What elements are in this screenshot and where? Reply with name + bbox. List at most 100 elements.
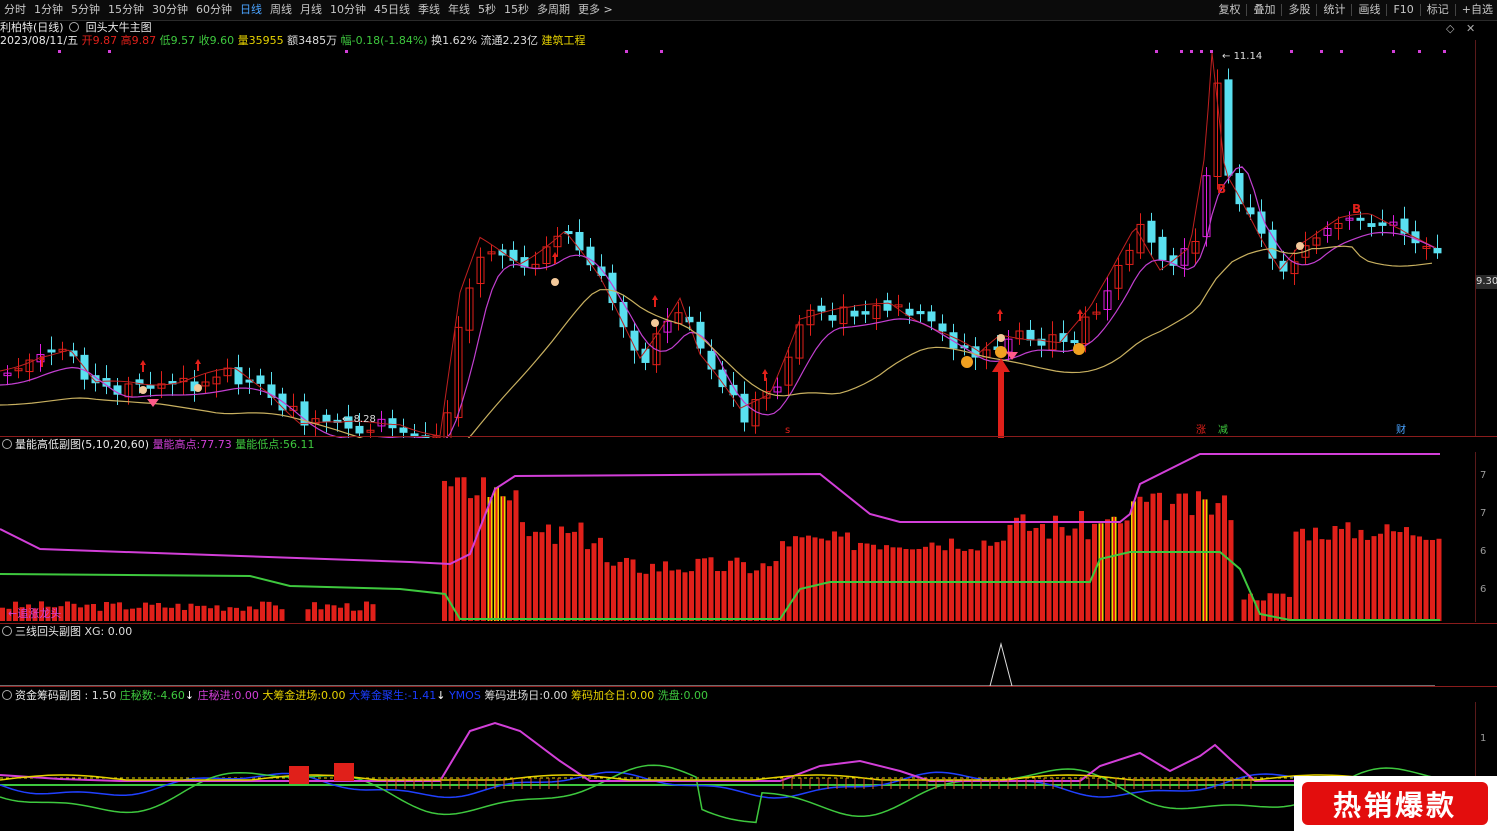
candle-body: [1235, 173, 1244, 205]
volume-bar: [513, 490, 519, 621]
volume-bar: [227, 607, 233, 621]
volume-bar: [136, 607, 142, 621]
volume-energy-chart[interactable]: [0, 444, 1476, 624]
period-tab[interactable]: 更多 >: [574, 0, 617, 20]
volume-bar: [91, 604, 96, 621]
volume-bar: [169, 607, 174, 621]
volume-bar: [279, 609, 285, 621]
candle-body: [861, 311, 870, 315]
big-arrow-shaft: [998, 370, 1004, 438]
volume-bar: [71, 603, 77, 621]
three-line-chart[interactable]: [0, 624, 1476, 688]
volume-bar: [344, 603, 350, 621]
period-tab[interactable]: 15分钟: [104, 0, 148, 20]
diamond-icon[interactable]: ◇: [1446, 22, 1454, 36]
volume-bar: [637, 572, 642, 621]
gear-icon[interactable]: [69, 22, 80, 32]
period-tab[interactable]: 季线: [414, 0, 444, 20]
volume-bar: [1319, 539, 1325, 621]
volume-bar: [1306, 540, 1312, 621]
stock-title[interactable]: 利柏特(日线): [0, 21, 64, 34]
toolbar-button[interactable]: 叠加: [1249, 0, 1279, 20]
pane-divider-1: [0, 436, 1497, 437]
toolbar-separator: [1246, 4, 1248, 16]
toolbar-button[interactable]: 复权: [1214, 0, 1244, 20]
signal-dot: [1320, 50, 1323, 53]
toolbar-button[interactable]: 标记: [1423, 0, 1453, 20]
toolbar-button[interactable]: 统计: [1319, 0, 1349, 20]
period-tab[interactable]: 45日线: [370, 0, 414, 20]
candle-body: [597, 266, 606, 276]
volume-bar: [1072, 528, 1078, 621]
candle-body: [1026, 329, 1035, 341]
toolbar-button[interactable]: 画线: [1354, 0, 1384, 20]
volume-bar: [312, 602, 317, 621]
volume-bar: [1261, 600, 1266, 621]
promo-badge: 热销爆款: [1294, 776, 1497, 831]
volume-bar: [572, 531, 577, 621]
candle-body: [850, 310, 859, 317]
sub1-ytick: 7: [1480, 470, 1487, 481]
volume-bar: [611, 565, 616, 621]
candle-body: [1070, 340, 1079, 344]
volume-bar: [1391, 531, 1396, 621]
volume-bar: [663, 561, 668, 621]
period-tab[interactable]: 5分钟: [67, 0, 104, 20]
small-up-arrow-head: [762, 369, 768, 374]
period-tab[interactable]: 多周期: [533, 0, 574, 20]
period-tab[interactable]: 10分钟: [326, 0, 370, 20]
candle-body: [905, 308, 914, 316]
volume-bar-stripe: [1113, 516, 1115, 621]
candlestick-chart[interactable]: [0, 40, 1476, 438]
volume-bar: [552, 543, 558, 621]
volume-bar: [201, 605, 207, 621]
volume-bar: [715, 571, 720, 621]
volume-bar: [975, 550, 980, 621]
period-tab[interactable]: 周线: [266, 0, 296, 20]
candle-body: [399, 427, 408, 433]
high-price-mark: ← 11.14: [1222, 51, 1263, 62]
volume-bar: [234, 607, 239, 621]
candle-body: [355, 425, 364, 434]
capital-chip-chart[interactable]: [0, 701, 1476, 831]
period-tab[interactable]: 60分钟: [192, 0, 236, 20]
volume-bar: [780, 541, 785, 621]
close-icon[interactable]: ✕: [1466, 22, 1475, 36]
volume-bar: [351, 610, 356, 621]
candle-body: [1224, 79, 1233, 176]
toolbar-separator: [1281, 4, 1283, 16]
volume-bar: [240, 610, 246, 621]
volume-bar: [988, 545, 993, 621]
gear-icon[interactable]: [2, 690, 12, 700]
sub1-ytick: 6: [1480, 584, 1487, 595]
volume-bar: [890, 547, 896, 621]
candle-body: [1378, 222, 1387, 226]
period-tab[interactable]: 1分钟: [30, 0, 67, 20]
signal-dot: [1155, 50, 1158, 53]
toolbar-button[interactable]: F10: [1389, 0, 1417, 20]
volume-bar: [1144, 501, 1149, 621]
volume-bar: [1027, 530, 1032, 621]
period-tab[interactable]: 日线: [236, 0, 266, 20]
volume-bar: [1378, 533, 1383, 621]
candle-body: [146, 385, 155, 389]
xg-spike: [989, 642, 1013, 687]
volume-bar: [1183, 493, 1188, 621]
volume-bar-stripe: [1100, 523, 1102, 621]
period-tab[interactable]: 15秒: [500, 0, 533, 20]
hand-icon: [194, 384, 202, 392]
signal-dot: [1200, 50, 1203, 53]
period-tab[interactable]: 30分钟: [148, 0, 192, 20]
period-tab[interactable]: 5秒: [474, 0, 500, 20]
toolbar-button[interactable]: 多股: [1284, 0, 1314, 20]
period-tab[interactable]: 年线: [444, 0, 474, 20]
volume-bar: [1215, 503, 1221, 621]
volume-bar: [1157, 492, 1162, 621]
volume-bar: [260, 601, 265, 621]
toolbar-button[interactable]: +自选: [1458, 0, 1497, 20]
candle-body: [509, 249, 518, 261]
main-indicator-name[interactable]: 回头大牛主图: [86, 21, 152, 34]
period-tab[interactable]: 月线: [296, 0, 326, 20]
hand-icon: [551, 278, 559, 286]
period-tab[interactable]: 分时: [0, 0, 30, 20]
